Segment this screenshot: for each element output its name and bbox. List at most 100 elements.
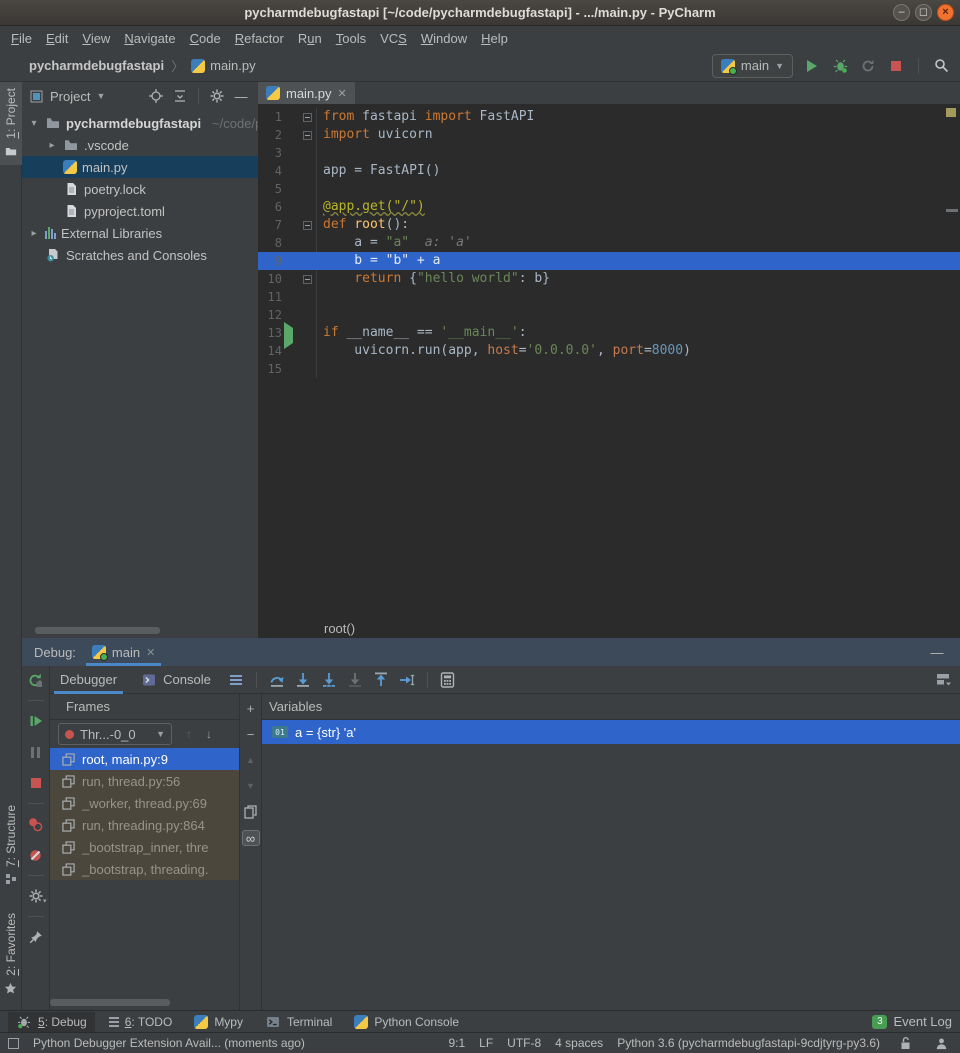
code-line-9[interactable]: 9 b = "b" + a — [258, 252, 960, 270]
code-line-7[interactable]: 7 def root(): — [258, 216, 960, 234]
tool-window-button-2-favorites[interactable]: 2: Favorites — [0, 907, 22, 1002]
minimize-button[interactable]: – — [893, 4, 910, 21]
code-line-5[interactable]: 5 — [258, 180, 960, 198]
code-line-6[interactable]: 6 @app.get("/") — [258, 198, 960, 216]
move-watch-down-button[interactable]: ▼ — [242, 778, 260, 794]
view-options-button[interactable] — [225, 669, 247, 691]
step-out-button[interactable] — [370, 669, 392, 691]
status-widget[interactable]: 4 spaces — [555, 1036, 603, 1050]
inspections-profile-button[interactable] — [930, 1032, 952, 1053]
stack-frame[interactable]: run, threading.py:864 — [50, 814, 239, 836]
variable-row[interactable]: 01 a = {str} 'a' — [262, 720, 960, 744]
hide-debug-button[interactable]: — — [926, 641, 948, 663]
remove-watch-button[interactable]: − — [242, 726, 260, 742]
unlocked-button[interactable] — [894, 1032, 916, 1053]
status-widget[interactable]: LF — [479, 1036, 493, 1050]
previous-frame-button[interactable]: ↑ — [186, 727, 192, 741]
code-line-4[interactable]: 4 app = FastAPI() — [258, 162, 960, 180]
menu-refactor[interactable]: Refactor — [228, 29, 291, 48]
tree-toggle-icon[interactable]: ▸ — [28, 228, 40, 239]
tool-window-button-1-project[interactable]: 1: Project — [0, 82, 22, 165]
code-line-2[interactable]: 2 import uvicorn — [258, 126, 960, 144]
debug-settings-button[interactable] — [894, 641, 916, 663]
search-everywhere-button[interactable] — [930, 55, 952, 77]
breadcrumb-file[interactable]: main.py — [210, 58, 256, 73]
menu-code[interactable]: Code — [183, 29, 228, 48]
project-horizontal-scrollbar[interactable] — [35, 627, 160, 634]
tree-item-scratches-and-consoles[interactable]: Scratches and Consoles — [22, 244, 258, 266]
menu-file[interactable]: File — [4, 29, 39, 48]
restore-layout-button[interactable] — [932, 669, 954, 691]
code-line-15[interactable]: 15 — [258, 360, 960, 378]
evaluate-expression-button[interactable] — [437, 669, 459, 691]
stack-frame[interactable]: run, thread.py:56 — [50, 770, 239, 792]
frames-horizontal-scrollbar[interactable] — [50, 999, 170, 1006]
code-line-1[interactable]: 1 from fastapi import FastAPI — [258, 108, 960, 126]
next-frame-button[interactable]: ↓ — [206, 727, 212, 741]
run-button[interactable] — [801, 55, 823, 77]
coverage-button[interactable] — [857, 55, 879, 77]
rerun-debug-button[interactable] — [25, 669, 47, 691]
menu-help[interactable]: Help — [474, 29, 515, 48]
tool-window-button-event-log[interactable]: 3 Event Log — [872, 1014, 952, 1029]
stack-frame[interactable]: _bootstrap, threading. — [50, 858, 239, 880]
run-config-select[interactable]: main ▼ — [712, 54, 793, 78]
step-into-my-code-button[interactable] — [318, 669, 340, 691]
gear-button[interactable] — [206, 85, 228, 107]
force-step-into-button[interactable] — [344, 669, 366, 691]
menu-vcs[interactable]: VCS — [373, 29, 414, 48]
show-watches-button[interactable]: ∞ — [242, 830, 260, 846]
tool-window-button-python-console[interactable]: Python Console — [346, 1013, 467, 1031]
tree-toggle-icon[interactable]: ▸ — [46, 140, 58, 151]
tool-window-button-mypy[interactable]: Mypy — [186, 1013, 251, 1031]
duplicate-watch-button[interactable] — [242, 804, 260, 820]
tool-window-button-7-structure[interactable]: 7: Structure — [0, 799, 22, 893]
status-widget[interactable]: Python 3.6 (pycharmdebugfastapi-9cdjtyrg… — [617, 1036, 880, 1050]
fold-marker-icon[interactable] — [303, 275, 312, 284]
status-widget[interactable]: UTF-8 — [507, 1036, 541, 1050]
project-panel-title[interactable]: Project — [50, 89, 90, 104]
tab-console[interactable]: Console — [131, 666, 221, 694]
stack-frame[interactable]: _worker, thread.py:69 — [50, 792, 239, 814]
thread-select[interactable]: Thr...-0_0 ▼ — [58, 723, 172, 745]
editor-tab-main-py[interactable]: main.py ✕ — [258, 82, 355, 104]
editor-breadcrumb[interactable]: root() — [324, 621, 355, 636]
title-bar[interactable]: pycharmdebugfastapi [~/code/pycharmdebug… — [0, 0, 960, 26]
tree-item-external-libraries[interactable]: ▸ External Libraries — [22, 222, 258, 244]
tool-window-button-5-debug[interactable]: 5: Debug — [8, 1012, 95, 1032]
code-line-3[interactable]: 3 — [258, 144, 960, 162]
menu-tools[interactable]: Tools — [329, 29, 373, 48]
tree-toggle-icon[interactable]: ▾ — [28, 118, 40, 129]
step-over-button[interactable] — [266, 669, 288, 691]
menu-window[interactable]: Window — [414, 29, 474, 48]
code-line-13[interactable]: 13 if __name__ == '__main__': — [258, 324, 960, 342]
scrollbar-warning-mark[interactable] — [946, 209, 958, 212]
tool-window-toggle-icon[interactable] — [8, 1038, 19, 1049]
run-gutter-icon[interactable] — [284, 327, 296, 339]
tree-item-vscode[interactable]: ▸ .vscode — [22, 134, 258, 156]
locate-button[interactable] — [145, 85, 167, 107]
add-watch-button[interactable]: + — [242, 700, 260, 716]
code-area[interactable]: 1 from fastapi import FastAPI 2 import u… — [258, 104, 960, 618]
close-tab-icon[interactable]: ✕ — [338, 87, 347, 100]
status-widget[interactable]: 9:1 — [448, 1036, 465, 1050]
breakpoint-icon[interactable] — [284, 255, 296, 267]
hide-project-button[interactable]: — — [230, 85, 252, 107]
chevron-down-icon[interactable]: ▼ — [96, 91, 105, 101]
menu-run[interactable]: Run — [291, 29, 329, 48]
menu-navigate[interactable]: Navigate — [117, 29, 182, 48]
maximize-button[interactable]: ◻ — [915, 4, 932, 21]
menu-view[interactable]: View — [75, 29, 117, 48]
tree-item-pycharmdebugfastapi[interactable]: ▾ pycharmdebugfastapi ~/code/pycharmdebu… — [22, 112, 258, 134]
menu-edit[interactable]: Edit — [39, 29, 75, 48]
code-line-12[interactable]: 12 — [258, 306, 960, 324]
fold-marker-icon[interactable] — [303, 221, 312, 230]
tool-window-button-6-todo[interactable]: 6: TODO — [101, 1013, 181, 1031]
step-into-button[interactable] — [292, 669, 314, 691]
code-line-10[interactable]: 10 return {"hello world": b} — [258, 270, 960, 288]
inspection-status-icon[interactable] — [946, 108, 956, 117]
tree-item-main-py[interactable]: main.py — [22, 156, 258, 178]
stop-button[interactable] — [885, 55, 907, 77]
stack-frame[interactable]: root, main.py:9 — [50, 748, 239, 770]
debug-button[interactable] — [829, 55, 851, 77]
